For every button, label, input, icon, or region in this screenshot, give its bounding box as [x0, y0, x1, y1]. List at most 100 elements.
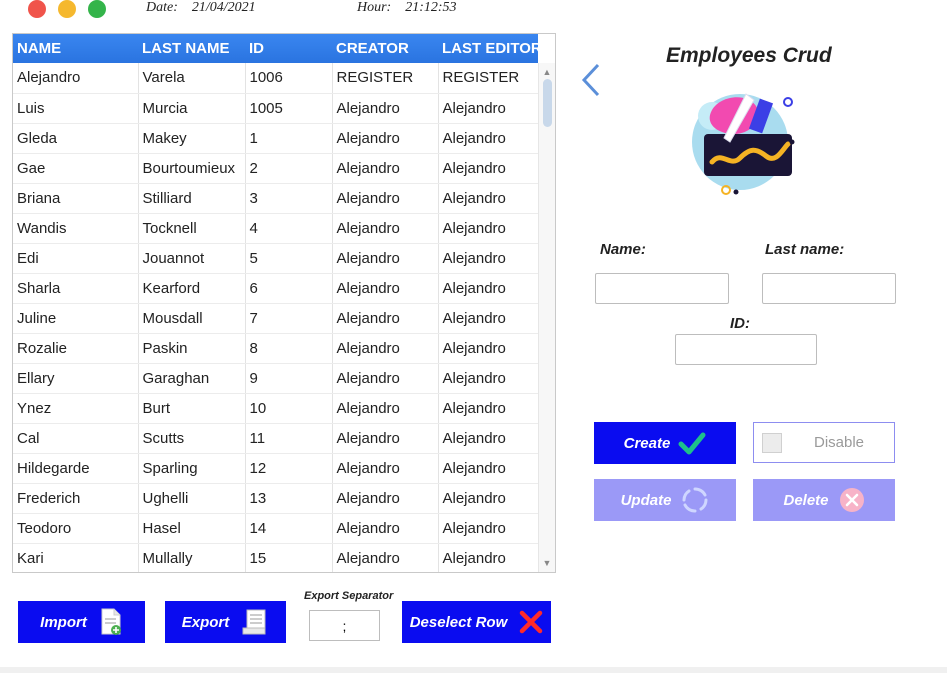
cell-id[interactable]: 1	[245, 123, 333, 154]
cell-creator[interactable]: Alejandro	[332, 453, 439, 484]
cell-last-name[interactable]: Tocknell	[138, 213, 246, 244]
table-row[interactable]: Briana Stilliard 3 Alejandro Alejandro	[13, 183, 539, 214]
cell-name[interactable]: Wandis	[13, 213, 139, 244]
cell-creator[interactable]: Alejandro	[332, 333, 439, 364]
cell-name[interactable]: Gleda	[13, 123, 139, 154]
cell-last-name[interactable]: Paskin	[138, 333, 246, 364]
cell-last-editor[interactable]: Alejandro	[438, 453, 539, 484]
last-name-field[interactable]	[762, 273, 896, 304]
cell-id[interactable]: 11	[245, 423, 333, 454]
maximize-window-button[interactable]	[88, 0, 106, 18]
export-separator-input[interactable]	[309, 610, 380, 641]
cell-id[interactable]: 7	[245, 303, 333, 334]
cell-last-editor[interactable]: Alejandro	[438, 423, 539, 454]
cell-name[interactable]: Gae	[13, 153, 139, 184]
column-header-last-editor[interactable]: LAST EDITOR	[438, 34, 542, 63]
cell-last-name[interactable]: Sparling	[138, 453, 246, 484]
scroll-up-icon[interactable]: ▲	[539, 65, 555, 79]
cell-creator[interactable]: Alejandro	[332, 273, 439, 304]
import-button[interactable]: Import	[18, 601, 145, 643]
table-row[interactable]: Ynez Burt 10 Alejandro Alejandro	[13, 393, 539, 424]
cell-name[interactable]: Alejandro	[13, 63, 139, 94]
cell-last-editor[interactable]: Alejandro	[438, 123, 539, 154]
cell-name[interactable]: Juline	[13, 303, 139, 334]
cell-last-editor[interactable]: Alejandro	[438, 273, 539, 304]
cell-id[interactable]: 14	[245, 513, 333, 544]
table-row[interactable]: Alejandro Varela 1006 REGISTER REGISTER	[13, 63, 539, 94]
table-scrollbar[interactable]: ▲ ▼	[538, 63, 555, 572]
cell-last-editor[interactable]: Alejandro	[438, 153, 539, 184]
cell-id[interactable]: 9	[245, 363, 333, 394]
disable-checkbox-square[interactable]	[762, 432, 782, 453]
table-row[interactable]: Sharla Kearford 6 Alejandro Alejandro	[13, 273, 539, 304]
minimize-window-button[interactable]	[58, 0, 76, 18]
id-field[interactable]	[675, 334, 817, 365]
disable-checkbox[interactable]: Disable	[753, 422, 895, 463]
deselect-row-button[interactable]: Deselect Row	[402, 601, 551, 643]
cell-last-editor[interactable]: Alejandro	[438, 213, 539, 244]
cell-last-editor[interactable]: Alejandro	[438, 333, 539, 364]
cell-creator[interactable]: Alejandro	[332, 483, 439, 514]
cell-name[interactable]: Frederich	[13, 483, 139, 514]
cell-last-editor[interactable]: REGISTER	[438, 63, 539, 94]
table-row[interactable]: Rozalie Paskin 8 Alejandro Alejandro	[13, 333, 539, 364]
cell-last-editor[interactable]: Alejandro	[438, 183, 539, 214]
cell-last-name[interactable]: Burt	[138, 393, 246, 424]
table-row[interactable]: Edi Jouannot 5 Alejandro Alejandro	[13, 243, 539, 274]
cell-last-name[interactable]: Mullally	[138, 543, 246, 572]
back-arrow-icon[interactable]	[578, 62, 604, 98]
export-button[interactable]: Export	[165, 601, 286, 643]
table-row[interactable]: Kari Mullally 15 Alejandro Alejandro	[13, 543, 539, 572]
cell-last-editor[interactable]: Alejandro	[438, 513, 539, 544]
cell-creator[interactable]: Alejandro	[332, 423, 439, 454]
cell-id[interactable]: 8	[245, 333, 333, 364]
cell-last-editor[interactable]: Alejandro	[438, 483, 539, 514]
cell-creator[interactable]: Alejandro	[332, 543, 439, 572]
cell-name[interactable]: Ynez	[13, 393, 139, 424]
name-field[interactable]	[595, 273, 729, 304]
cell-last-editor[interactable]: Alejandro	[438, 93, 539, 124]
cell-last-editor[interactable]: Alejandro	[438, 363, 539, 394]
cell-last-editor[interactable]: Alejandro	[438, 303, 539, 334]
cell-last-name[interactable]: Ughelli	[138, 483, 246, 514]
cell-name[interactable]: Kari	[13, 543, 139, 572]
column-header-name[interactable]: NAME	[13, 34, 138, 63]
table-row[interactable]: Cal Scutts 11 Alejandro Alejandro	[13, 423, 539, 454]
cell-name[interactable]: Luis	[13, 93, 139, 124]
cell-last-name[interactable]: Kearford	[138, 273, 246, 304]
cell-id[interactable]: 13	[245, 483, 333, 514]
cell-creator[interactable]: Alejandro	[332, 183, 439, 214]
cell-name[interactable]: Hildegarde	[13, 453, 139, 484]
cell-last-name[interactable]: Mousdall	[138, 303, 246, 334]
column-header-id[interactable]: ID	[245, 34, 332, 63]
cell-name[interactable]: Rozalie	[13, 333, 139, 364]
column-header-last-name[interactable]: LAST NAME	[138, 34, 245, 63]
cell-last-name[interactable]: Makey	[138, 123, 246, 154]
cell-creator[interactable]: Alejandro	[332, 513, 439, 544]
cell-last-name[interactable]: Jouannot	[138, 243, 246, 274]
cell-last-name[interactable]: Stilliard	[138, 183, 246, 214]
table-row[interactable]: Ellary Garaghan 9 Alejandro Alejandro	[13, 363, 539, 394]
update-button[interactable]: Update	[594, 479, 736, 521]
table-row[interactable]: Gae Bourtoumieux 2 Alejandro Alejandro	[13, 153, 539, 184]
cell-name[interactable]: Ellary	[13, 363, 139, 394]
cell-creator[interactable]: Alejandro	[332, 303, 439, 334]
cell-id[interactable]: 12	[245, 453, 333, 484]
cell-id[interactable]: 2	[245, 153, 333, 184]
cell-last-name[interactable]: Scutts	[138, 423, 246, 454]
employees-table[interactable]: NAME LAST NAME ID CREATOR LAST EDITOR Al…	[12, 33, 556, 573]
table-row[interactable]: Juline Mousdall 7 Alejandro Alejandro	[13, 303, 539, 334]
delete-button[interactable]: Delete	[753, 479, 895, 521]
cell-id[interactable]: 4	[245, 213, 333, 244]
cell-id[interactable]: 1006	[245, 63, 333, 94]
scroll-down-icon[interactable]: ▼	[539, 556, 555, 570]
table-row[interactable]: Frederich Ughelli 13 Alejandro Alejandro	[13, 483, 539, 514]
table-row[interactable]: Hildegarde Sparling 12 Alejandro Alejandro	[13, 453, 539, 484]
cell-last-name[interactable]: Murcia	[138, 93, 246, 124]
cell-creator[interactable]: Alejandro	[332, 153, 439, 184]
table-row[interactable]: Gleda Makey 1 Alejandro Alejandro	[13, 123, 539, 154]
table-row[interactable]: Wandis Tocknell 4 Alejandro Alejandro	[13, 213, 539, 244]
create-button[interactable]: Create	[594, 422, 736, 464]
column-header-creator[interactable]: CREATOR	[332, 34, 438, 63]
cell-id[interactable]: 3	[245, 183, 333, 214]
